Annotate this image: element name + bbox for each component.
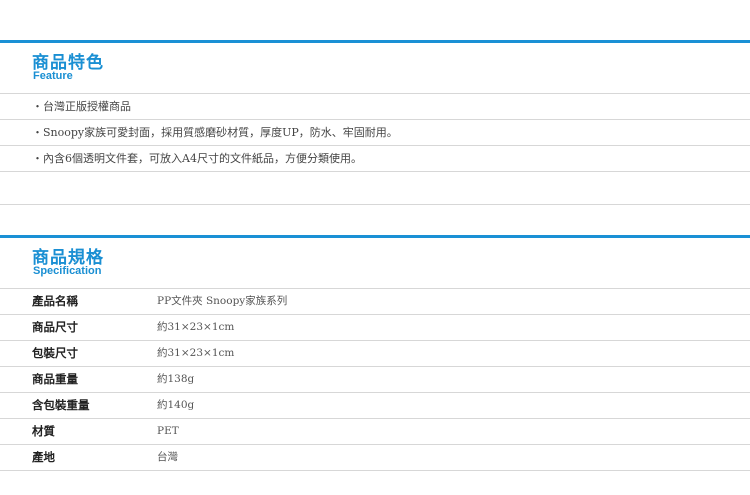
spec-label: 含包裝重量 [32, 398, 90, 412]
spec-row-product-size: 商品尺寸 約31×23×1cm [0, 315, 750, 341]
spec-subtitle: Specification [33, 265, 102, 277]
spec-value: 約138g [157, 373, 195, 385]
spec-value: PP文件夾 Snoopy家族系列 [157, 295, 288, 307]
spec-row-package-weight: 含包裝重量 約140g [0, 393, 750, 419]
spec-label: 材質 [32, 424, 55, 438]
spec-section: 商品規格 Specification 產品名稱 PP文件夾 Snoopy家族系列… [0, 235, 750, 471]
spec-header: 商品規格 Specification [0, 238, 750, 289]
spec-row-origin: 產地 台灣 [0, 445, 750, 471]
feature-item: ・內含6個透明文件套，可放入A4尺寸的文件紙品，方便分類使用。 [0, 146, 750, 172]
spec-label: 產品名稱 [32, 294, 78, 308]
spec-value: PET [157, 425, 179, 437]
feature-empty-row [0, 172, 750, 205]
spec-row-package-size: 包裝尺寸 約31×23×1cm [0, 341, 750, 367]
spec-row-material: 材質 PET [0, 419, 750, 445]
feature-item: ・Snoopy家族可愛封面，採用質感磨砂材質，厚度UP，防水、牢固耐用。 [0, 120, 750, 146]
spec-label: 商品尺寸 [32, 320, 78, 334]
spec-label: 商品重量 [32, 372, 78, 386]
spec-value: 台灣 [157, 451, 178, 463]
feature-section: 商品特色 Feature ・台灣正版授權商品 ・Snoopy家族可愛封面，採用質… [0, 40, 750, 205]
feature-header: 商品特色 Feature [0, 43, 750, 94]
spec-value: 約140g [157, 399, 195, 411]
spec-label: 產地 [32, 450, 55, 464]
spec-row-weight: 商品重量 約138g [0, 367, 750, 393]
feature-item: ・台灣正版授權商品 [0, 94, 750, 120]
feature-subtitle: Feature [33, 70, 73, 82]
spec-label: 包裝尺寸 [32, 346, 78, 360]
spec-value: 約31×23×1cm [157, 347, 235, 359]
spec-row-product-name: 產品名稱 PP文件夾 Snoopy家族系列 [0, 289, 750, 315]
spec-value: 約31×23×1cm [157, 321, 235, 333]
